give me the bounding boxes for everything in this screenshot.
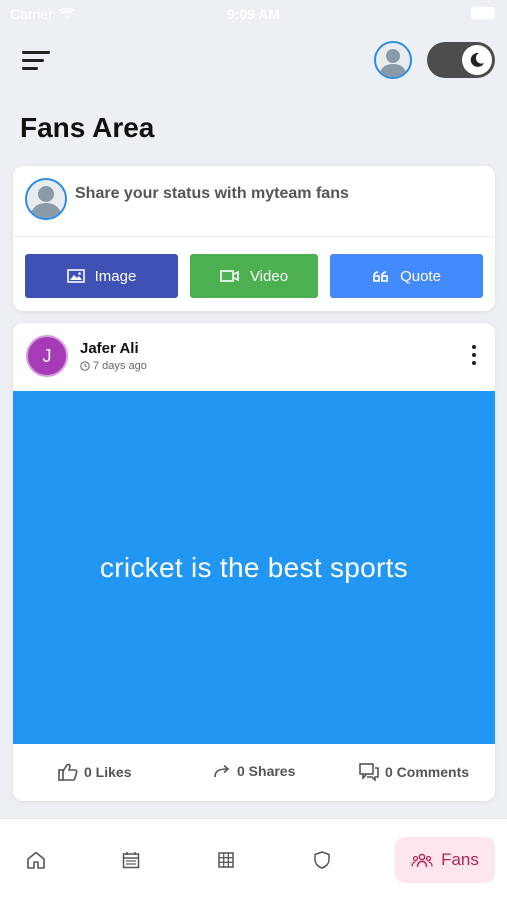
nav-calendar[interactable] <box>119 849 143 871</box>
user-avatar <box>25 178 67 220</box>
more-options-icon[interactable] <box>471 345 477 365</box>
nav-fans-active[interactable]: Fans <box>395 837 495 883</box>
share-button[interactable]: 0 Shares <box>213 763 295 779</box>
battery-icon <box>471 7 495 19</box>
status-bar: Carrier 9:09 AM <box>0 0 507 28</box>
comments-count: 0 Comments <box>385 764 470 780</box>
image-button-label: Image <box>94 267 137 285</box>
divider <box>13 236 495 237</box>
video-icon <box>220 270 239 282</box>
bottom-navigation: Fans <box>0 818 507 900</box>
share-status-prompt[interactable]: Share your status with myteam fans <box>75 185 349 203</box>
dark-mode-toggle[interactable] <box>427 42 495 78</box>
nav-grid[interactable] <box>214 849 238 871</box>
likes-count: 0 Likes <box>84 764 132 780</box>
comments-icon <box>359 763 379 781</box>
grid-icon <box>218 852 234 868</box>
user-silhouette-icon <box>379 49 407 77</box>
video-button[interactable]: Video <box>190 254 318 298</box>
clock-icon <box>80 361 90 371</box>
thumbs-up-icon <box>58 763 78 781</box>
user-silhouette-icon <box>30 186 62 218</box>
post-card: J Jafer Ali 7 days ago cricket is the be… <box>13 323 495 801</box>
comment-button[interactable]: 0 Comments <box>359 763 469 781</box>
quote-icon <box>373 271 388 282</box>
moon-icon <box>462 45 492 75</box>
shield-icon <box>314 851 330 869</box>
nav-home[interactable] <box>24 849 48 871</box>
nav-shield[interactable] <box>310 849 334 871</box>
share-arrow-icon <box>214 764 230 778</box>
page-title: Fans Area <box>20 112 155 143</box>
fans-group-icon <box>411 853 433 868</box>
image-button[interactable]: Image <box>25 254 178 298</box>
post-actions: 0 Likes 0 Shares 0 Comments <box>13 744 495 801</box>
quote-button-label: Quote <box>400 267 441 285</box>
hamburger-menu-icon[interactable] <box>22 47 56 73</box>
post-author-avatar[interactable]: J <box>26 335 68 377</box>
post-author-name[interactable]: Jafer Ali <box>80 340 139 357</box>
nav-fans-label: Fans <box>441 850 479 869</box>
profile-avatar[interactable] <box>374 41 412 79</box>
post-timestamp: 7 days ago <box>80 360 147 372</box>
post-quote-text: cricket is the best sports <box>99 551 409 583</box>
share-status-card: Share your status with myteam fans Image… <box>13 166 495 311</box>
status-time: 9:09 AM <box>226 6 281 22</box>
home-icon <box>27 851 45 869</box>
post-content: cricket is the best sports <box>13 391 495 744</box>
image-icon <box>66 269 85 283</box>
like-button[interactable]: 0 Likes <box>58 763 131 781</box>
calendar-icon <box>122 852 140 869</box>
quote-button[interactable]: Quote <box>330 254 483 298</box>
video-button-label: Video <box>249 267 289 285</box>
post-time-text: 7 days ago <box>93 360 147 372</box>
shares-count: 0 Shares <box>237 763 296 779</box>
